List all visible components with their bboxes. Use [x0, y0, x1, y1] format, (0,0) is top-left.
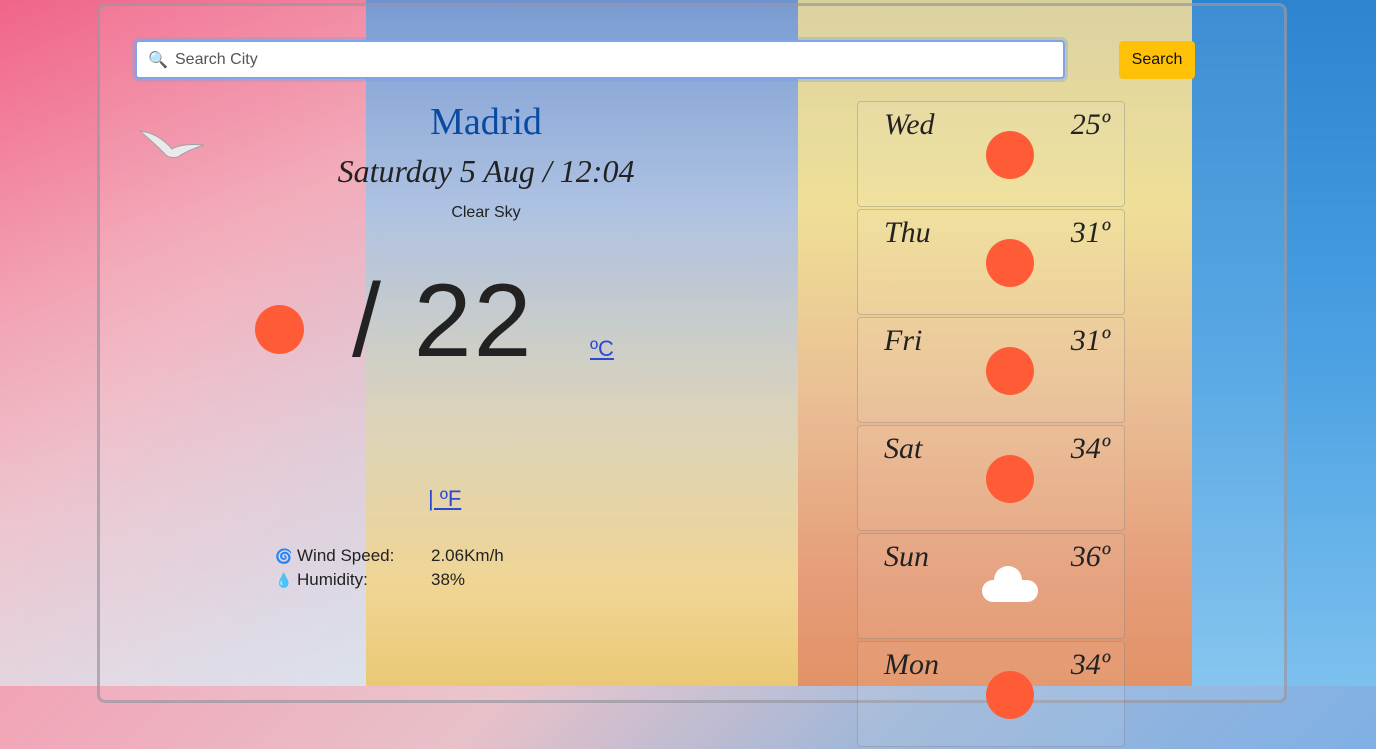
forecast-day-temp: 36º	[1070, 540, 1110, 573]
city-name: Madrid	[430, 101, 542, 143]
sun-icon	[255, 305, 304, 354]
forecast-day-name: Mon	[884, 648, 939, 681]
forecast-day-name: Sat	[884, 432, 923, 465]
forecast-day-name: Sun	[884, 540, 929, 573]
wind-speed-label: Wind Speed:	[297, 546, 395, 565]
humidity-label: Humidity:	[297, 570, 368, 589]
forecast-day-temp: 31º	[1070, 324, 1110, 357]
forecast-day-temp: 25º	[1070, 108, 1110, 141]
sun-icon	[986, 347, 1034, 395]
sun-icon	[986, 239, 1034, 287]
forecast-day-name: Fri	[884, 324, 923, 357]
wind-icon: 🌀	[275, 547, 293, 564]
search-input[interactable]	[173, 49, 1063, 70]
humidity-value: 38%	[431, 570, 466, 589]
forecast-day-sun: Sun 36º	[857, 533, 1125, 639]
forecast-day-temp: 31º	[1070, 216, 1110, 249]
celsius-link[interactable]: ºC	[590, 336, 614, 362]
droplet-icon: 💧	[275, 571, 293, 588]
forecast-day-mon: Mon 34º	[857, 641, 1125, 747]
forecast-day-wed: Wed 25º	[857, 101, 1125, 207]
forecast-day-fri: Fri 31º	[857, 317, 1125, 423]
cloud-icon	[980, 566, 1040, 606]
forecast-day-thu: Thu 31º	[857, 209, 1125, 315]
forecast-day-temp: 34º	[1070, 432, 1110, 465]
weather-stats: 🌀 Wind Speed: 2.06Km/h 💧 Humidity: 38%	[275, 544, 504, 592]
search-bar[interactable]: 🔍	[135, 40, 1065, 79]
search-button[interactable]: Search	[1119, 41, 1195, 79]
forecast-day-sat: Sat 34º	[857, 425, 1125, 531]
sun-icon	[986, 455, 1034, 503]
forecast-day-name: Wed	[884, 108, 935, 141]
fahrenheit-link[interactable]: | ºF	[428, 486, 461, 512]
wind-speed-value: 2.06Km/h	[431, 546, 504, 565]
wind-speed-row: 🌀 Wind Speed: 2.06Km/h	[275, 544, 504, 568]
search-icon: 🔍	[148, 51, 168, 69]
forecast-day-name: Thu	[884, 216, 931, 249]
forecast-day-temp: 34º	[1070, 648, 1110, 681]
humidity-row: 💧 Humidity: 38%	[275, 568, 504, 592]
sun-icon	[986, 671, 1034, 719]
sun-icon	[986, 131, 1034, 179]
date-time: Saturday 5 Aug / 12:04	[337, 153, 635, 189]
forecast-list: Wed 25º Thu 31º Fri 31º Sat 34º Sun 36º …	[857, 101, 1125, 749]
weather-description: Clear Sky	[451, 204, 521, 221]
current-temperature: / 22	[352, 263, 534, 379]
